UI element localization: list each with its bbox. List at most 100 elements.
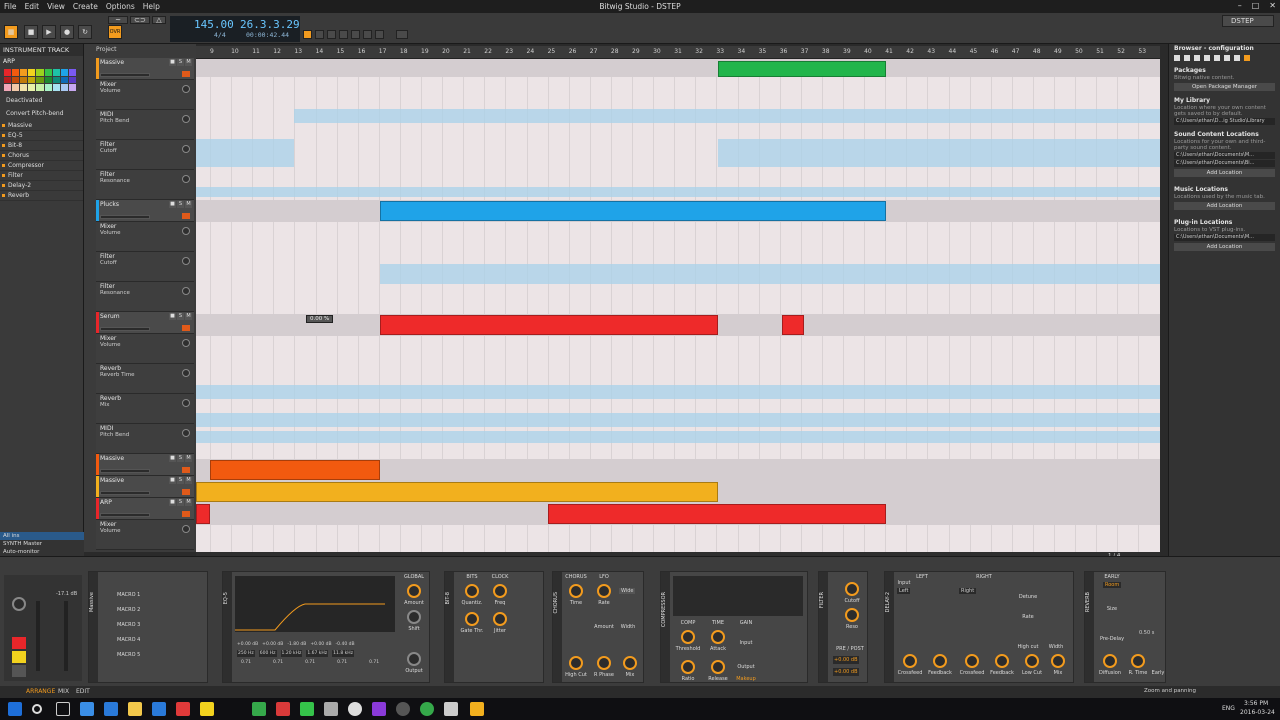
- threshold-knob[interactable]: [681, 630, 695, 644]
- activate-button[interactable]: ■: [169, 313, 176, 320]
- clock-time[interactable]: 3:56 PM: [1244, 700, 1268, 707]
- right-input-select[interactable]: Right: [959, 588, 977, 594]
- loop-icon[interactable]: ↻: [78, 25, 92, 39]
- eq-amount-knob[interactable]: [407, 584, 421, 598]
- freq-knob[interactable]: [493, 584, 507, 598]
- pointer-tool-icon[interactable]: [303, 30, 312, 39]
- automation-lane-header[interactable]: Mixer Volume: [96, 80, 194, 110]
- menu-options[interactable]: Options: [102, 2, 139, 11]
- arranger-timeline[interactable]: 0.00 %: [196, 59, 1160, 552]
- clock-date[interactable]: 2016-03-24: [1240, 709, 1275, 716]
- device-item[interactable]: Compressor: [0, 161, 83, 171]
- volume-fader[interactable]: [100, 327, 150, 331]
- automation-lane-header[interactable]: Filter Cutoff: [96, 252, 194, 282]
- param-knob[interactable]: [182, 115, 190, 123]
- jitter-knob[interactable]: [493, 612, 507, 626]
- eq-q[interactable]: 0.71: [369, 660, 379, 665]
- param-knob[interactable]: [182, 287, 190, 295]
- device-item[interactable]: Chorus: [0, 151, 83, 161]
- clip-plucks[interactable]: [380, 201, 886, 221]
- activate-button[interactable]: ■: [169, 499, 176, 506]
- menu-view[interactable]: View: [43, 2, 69, 11]
- reso-knob[interactable]: [845, 608, 859, 622]
- automation-lane-header[interactable]: MIDI Pitch Bend: [96, 424, 194, 454]
- app-icon[interactable]: [372, 702, 386, 716]
- automation-serum-pitchbend[interactable]: [196, 431, 1160, 443]
- lowcut-knob[interactable]: [1025, 654, 1039, 668]
- settings-tab-icon[interactable]: [1244, 55, 1250, 61]
- macro-label[interactable]: MACRO 4: [117, 633, 140, 648]
- solo-button[interactable]: [12, 651, 26, 663]
- windows-start-icon[interactable]: [8, 702, 22, 716]
- zoom-tool-icon[interactable]: [363, 30, 372, 39]
- automation-cutoff-b[interactable]: [718, 139, 1160, 167]
- clip-massive-orange[interactable]: [210, 460, 380, 480]
- right-feedback-knob[interactable]: [995, 654, 1009, 668]
- volume-fader[interactable]: [100, 513, 150, 517]
- app-icon[interactable]: [444, 702, 458, 716]
- track-name[interactable]: Massive: [100, 59, 124, 66]
- eq-freq[interactable]: 1.20 kHz: [280, 650, 303, 657]
- automation-lane-header[interactable]: Reverb Mix: [96, 394, 194, 424]
- eq-output-knob[interactable]: [407, 652, 421, 666]
- automation-resonance[interactable]: [196, 187, 1160, 197]
- eq-gain[interactable]: +0.00 dB: [310, 642, 331, 647]
- cutoff-knob[interactable]: [845, 582, 859, 596]
- record-arm-button[interactable]: [12, 637, 26, 649]
- device-eq5[interactable]: EQ-5 GLOBAL Amount Shift Output 250 Hz 6…: [222, 571, 430, 683]
- chrome-icon[interactable]: [348, 702, 362, 716]
- snap-icon[interactable]: [375, 30, 384, 39]
- gate-knob[interactable]: [465, 612, 479, 626]
- grid-icon[interactable]: ▦: [4, 25, 18, 39]
- add-sound-location-button[interactable]: Add Location: [1174, 169, 1275, 177]
- timeline-ruler[interactable]: 9 10 11 12 13 14 15 16 17 18 19 20 21 22 23 24 25 26 27 28 2…: [196, 46, 1160, 59]
- solo-button[interactable]: S: [177, 477, 184, 484]
- left-input-select[interactable]: Left: [897, 588, 911, 594]
- output-selector[interactable]: SYNTH Master: [0, 540, 84, 548]
- record-arm-button[interactable]: [182, 489, 190, 495]
- project-tab[interactable]: DSTEP: [1222, 15, 1274, 27]
- eq-gain[interactable]: -1.80 dB: [287, 642, 306, 647]
- browser-tab-icon[interactable]: [1184, 55, 1190, 61]
- automation-lane-header[interactable]: Filter Resonance: [96, 282, 194, 312]
- activate-button[interactable]: ■: [169, 59, 176, 66]
- reverb-time-value[interactable]: 0.50 s: [1139, 630, 1154, 636]
- record-arm-button[interactable]: [182, 511, 190, 517]
- track-header[interactable]: Massive ■ S M: [96, 476, 194, 498]
- param-knob[interactable]: [182, 227, 190, 235]
- filter-pre-value[interactable]: +0.00 dB: [833, 656, 859, 664]
- browser-tab-icon[interactable]: [1234, 55, 1240, 61]
- automation-reverb-mix[interactable]: [196, 413, 1160, 427]
- wide-button[interactable]: Wide: [619, 588, 636, 594]
- app-icon[interactable]: [324, 702, 338, 716]
- bitwig-icon[interactable]: [470, 702, 484, 716]
- track-name[interactable]: Serum: [100, 313, 120, 320]
- app-icon[interactable]: [152, 702, 166, 716]
- mute-button[interactable]: M: [185, 313, 192, 320]
- automation-lane-header[interactable]: Filter Resonance: [96, 170, 194, 200]
- tab-arrange[interactable]: ARRANGE: [26, 688, 55, 695]
- automation-reverb-time[interactable]: [196, 385, 1160, 399]
- app-icon[interactable]: [200, 702, 214, 716]
- right-crossfeed-knob[interactable]: [965, 654, 979, 668]
- eq-freq[interactable]: 11.8 kHz: [332, 650, 354, 657]
- rtime-knob[interactable]: [1131, 654, 1145, 668]
- eq-freq[interactable]: 600 Hz: [258, 650, 277, 657]
- eq-gain[interactable]: +0.00 dB: [262, 642, 283, 647]
- param-knob[interactable]: [182, 85, 190, 93]
- knife-tool-icon[interactable]: [339, 30, 348, 39]
- record-arm-button[interactable]: [182, 71, 190, 77]
- close-button[interactable]: ✕: [1269, 1, 1276, 10]
- eq-gain[interactable]: -0.40 dB: [336, 642, 355, 647]
- eq-graph[interactable]: [235, 576, 395, 632]
- open-package-manager-button[interactable]: Open Package Manager: [1174, 83, 1275, 91]
- menu-edit[interactable]: Edit: [21, 2, 44, 11]
- release-knob[interactable]: [711, 660, 725, 674]
- app-icon[interactable]: [396, 702, 410, 716]
- automation-lane-header[interactable]: MIDI Pitch Bend: [96, 110, 194, 140]
- volume-fader[interactable]: [100, 215, 150, 219]
- menu-file[interactable]: File: [0, 2, 21, 11]
- keyboard-language[interactable]: ENG: [1222, 705, 1235, 712]
- automation-plucks-cutoff[interactable]: [380, 264, 1160, 284]
- device-item[interactable]: Delay-2: [0, 181, 83, 191]
